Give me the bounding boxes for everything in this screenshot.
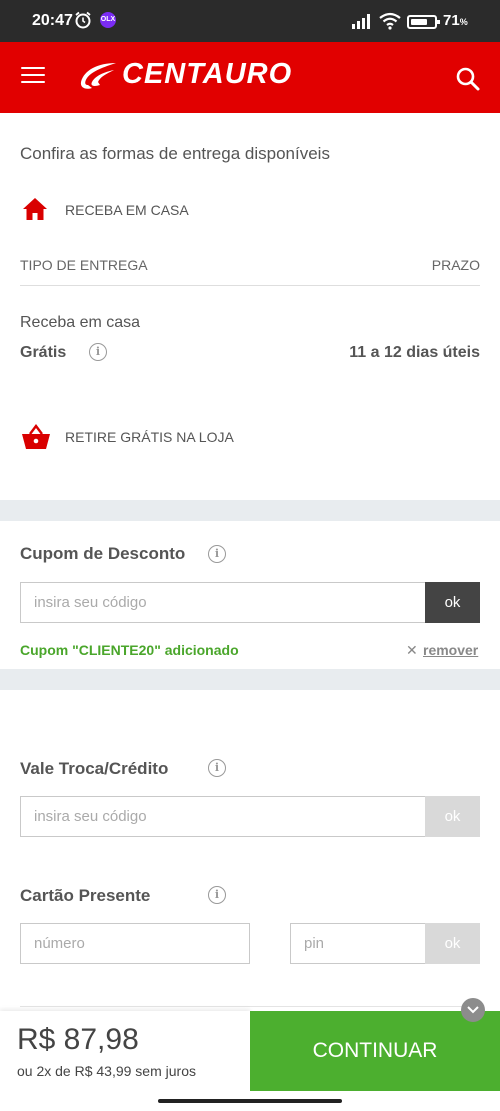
home-delivery-option[interactable]: RECEBA EM CASA [65, 202, 189, 218]
olx-app-icon: OLX [100, 12, 116, 28]
status-time: 20:47 [32, 12, 73, 29]
card-edge [20, 1006, 480, 1010]
delivery-term-header: PRAZO [431, 257, 480, 273]
delivery-type-header: TIPO DE ENTREGA [20, 257, 148, 273]
remove-coupon-link[interactable]: remover [423, 642, 478, 658]
gift-card-pin-input[interactable] [290, 923, 426, 964]
shipping-term: 11 a 12 dias úteis [349, 344, 480, 361]
brand-name[interactable]: CENTAURO [122, 58, 292, 91]
battery-percent: 71% [443, 12, 468, 29]
centauro-logo-icon[interactable] [78, 60, 118, 92]
table-divider [20, 285, 480, 286]
system-nav-bar [0, 1091, 500, 1111]
gift-card-info-icon[interactable]: i [208, 886, 226, 904]
total-price: R$ 87,98 [17, 1023, 139, 1056]
credit-code-input[interactable] [20, 796, 426, 837]
shipping-price: Grátis [20, 344, 67, 361]
coupon-info-icon[interactable]: i [208, 545, 226, 563]
alarm-icon [75, 11, 91, 29]
home-icon [23, 198, 47, 220]
battery-icon [407, 15, 440, 29]
section-separator [0, 500, 500, 521]
search-icon[interactable] [455, 66, 481, 92]
section-separator [0, 669, 500, 690]
continue-button[interactable]: CONTINUAR [250, 1011, 500, 1091]
app-header: CENTAURO [0, 42, 500, 113]
gift-card-number-input[interactable] [20, 923, 250, 964]
info-icon[interactable]: i [89, 343, 107, 361]
status-bar: 20:47 OLX 71% [0, 0, 500, 42]
battery-value: 71 [443, 12, 460, 29]
coupon-applied-message: Cupom "CLIENTE20" adicionado [20, 642, 239, 658]
coupon-title: Cupom de Desconto [20, 544, 186, 563]
coupon-ok-button[interactable]: ok [425, 582, 480, 623]
credit-ok-button[interactable]: ok [425, 796, 480, 837]
coupon-input[interactable] [20, 582, 426, 623]
credit-title: Vale Troca/Crédito [20, 759, 169, 778]
gift-card-ok-button[interactable]: ok [425, 923, 480, 964]
close-icon[interactable]: ✕ [406, 642, 418, 659]
gift-card-title: Cartão Presente [20, 886, 151, 905]
basket-icon [22, 424, 50, 449]
signal-icon [352, 14, 370, 29]
collapse-summary-button[interactable] [461, 998, 485, 1022]
order-summary: R$ 87,98 ou 2x de R$ 43,99 sem juros [0, 1011, 250, 1091]
credit-info-icon[interactable]: i [208, 759, 226, 777]
hamburger-menu-icon[interactable] [21, 67, 45, 83]
delivery-title: Confira as formas de entrega disponíveis [20, 144, 330, 163]
chevron-down-icon [467, 1006, 479, 1014]
store-pickup-option[interactable]: RETIRE GRÁTIS NA LOJA [65, 429, 234, 445]
wifi-icon [379, 12, 401, 30]
shipping-name: Receba em casa [20, 314, 141, 331]
installments-text: ou 2x de R$ 43,99 sem juros [17, 1063, 196, 1079]
battery-level [411, 19, 427, 25]
home-indicator[interactable] [158, 1099, 342, 1103]
